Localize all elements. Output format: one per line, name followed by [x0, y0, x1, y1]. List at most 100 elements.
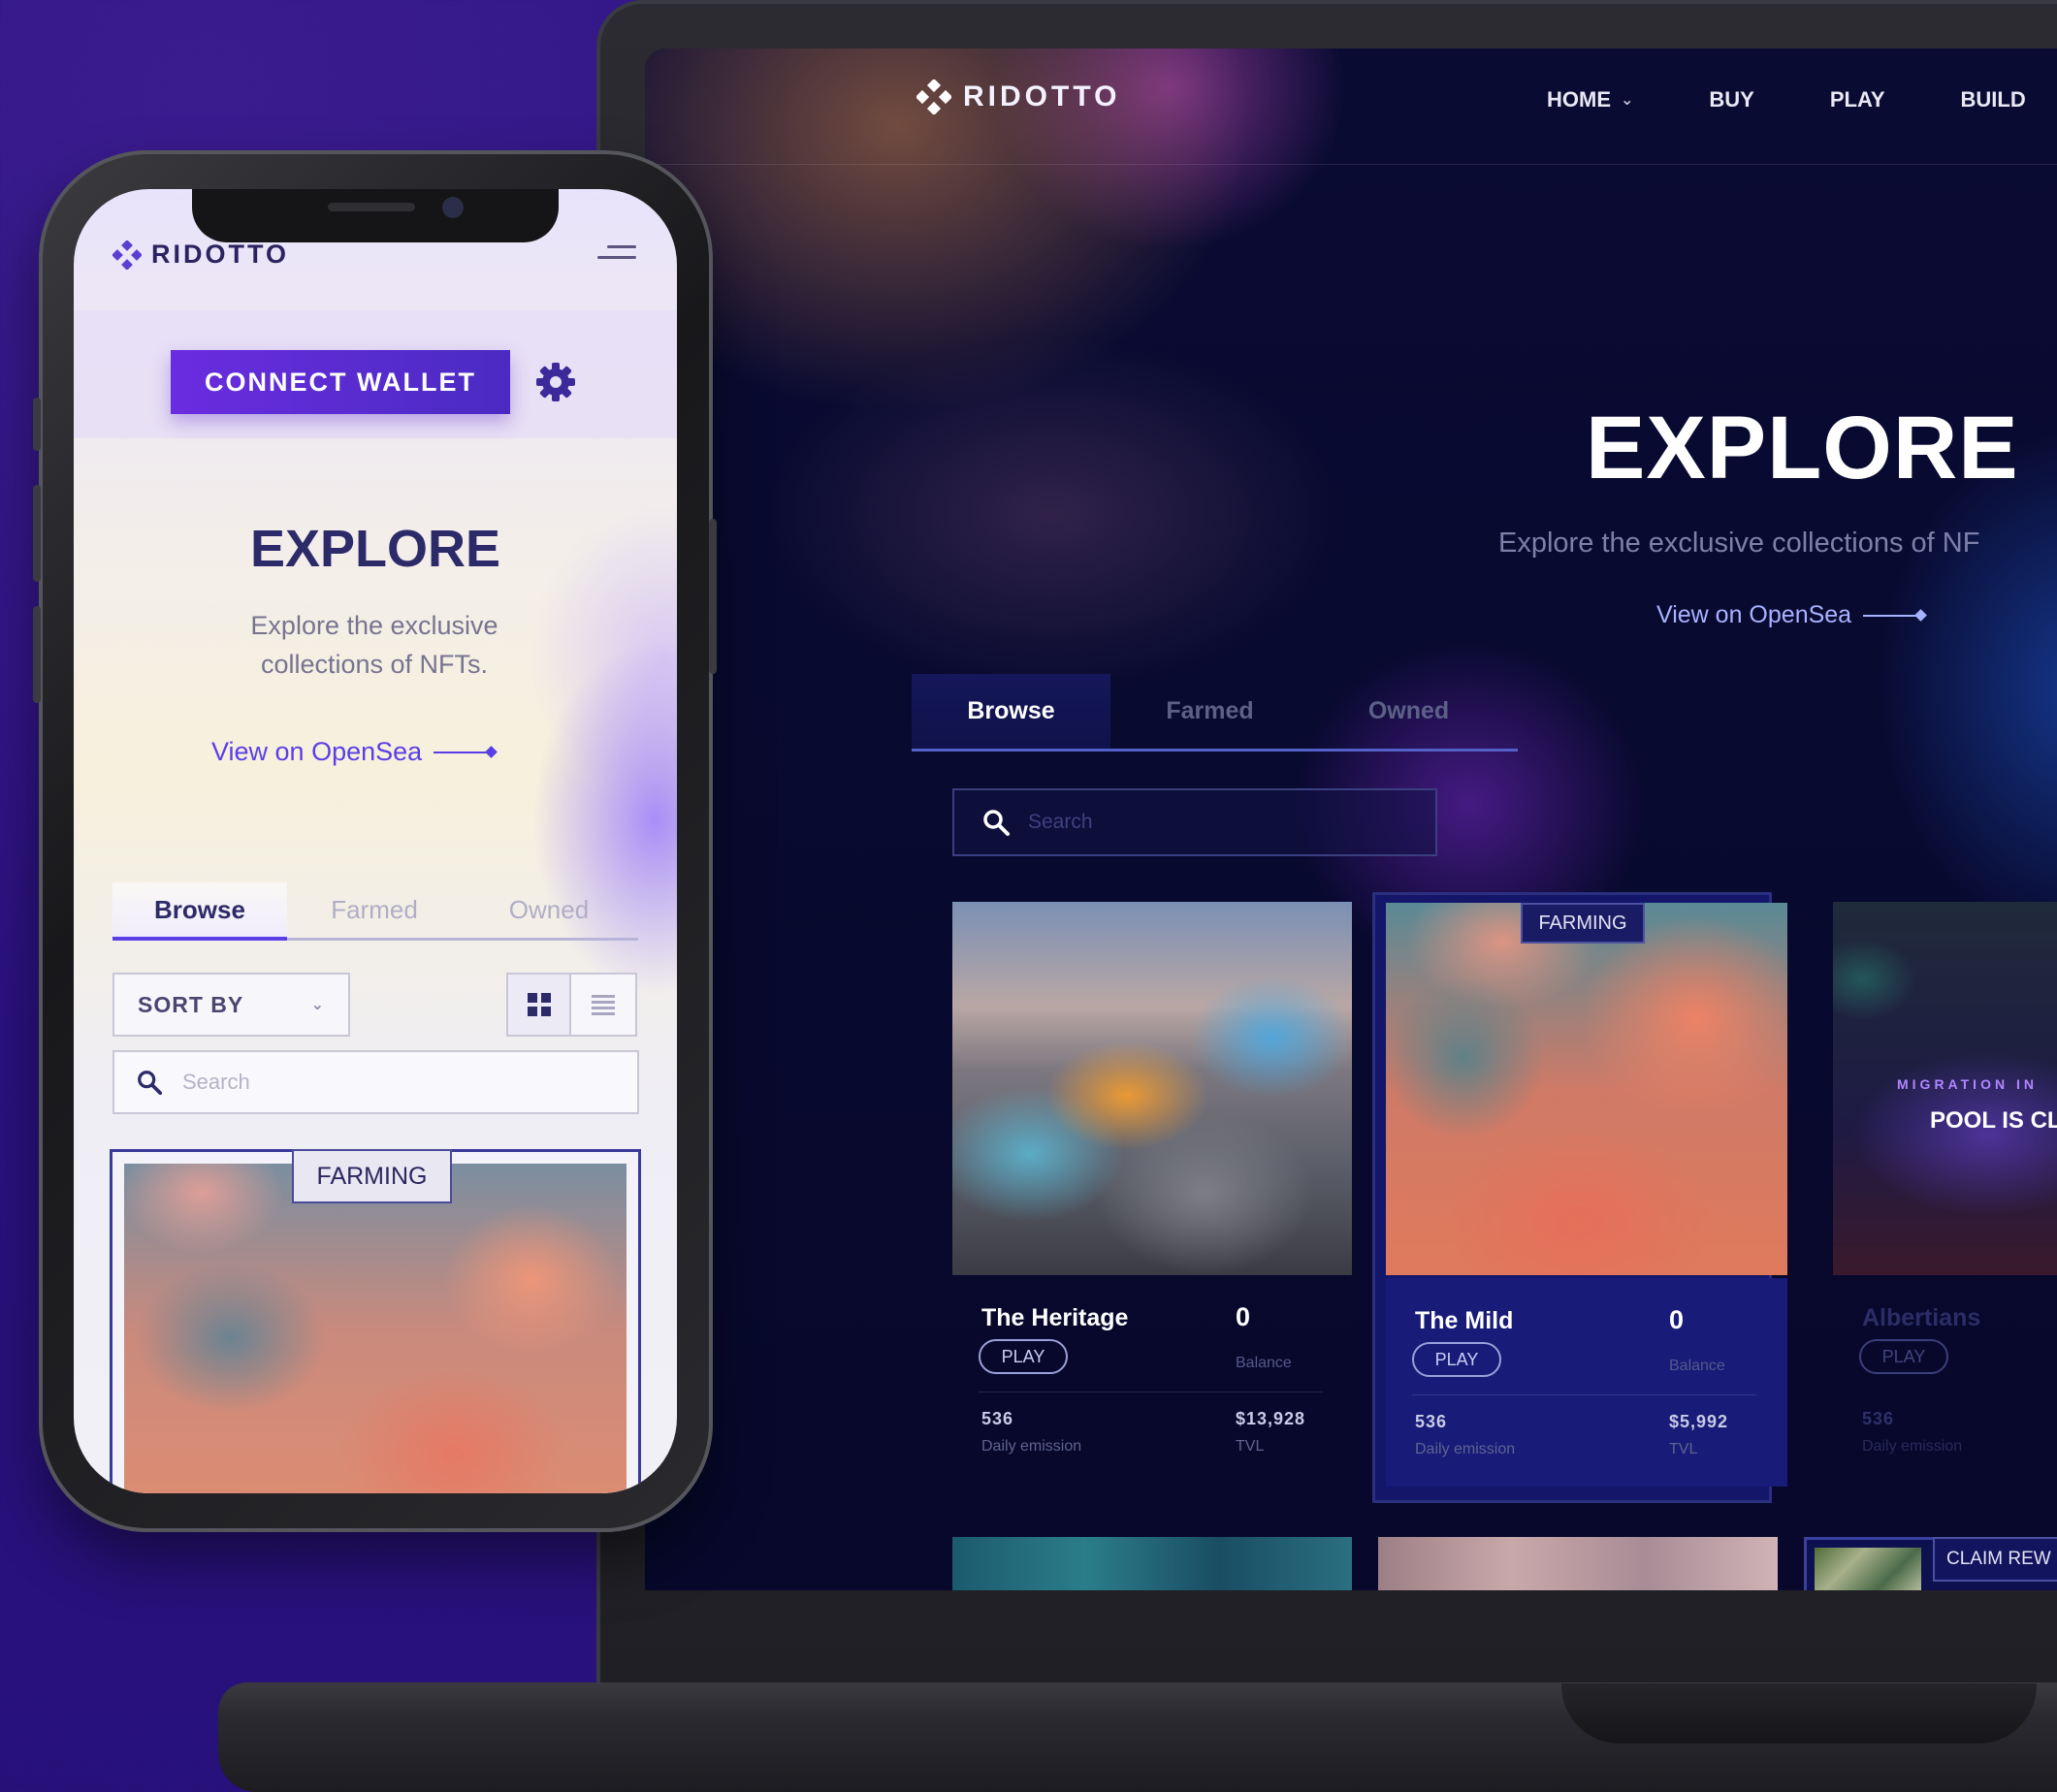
- brand-logo[interactable]: RIDOTTO: [916, 80, 1120, 114]
- card-balance: 0: [1236, 1302, 1251, 1331]
- tab-owned[interactable]: Owned: [462, 882, 636, 938]
- tab-farmed[interactable]: Farmed: [287, 882, 462, 938]
- camera: [442, 197, 464, 218]
- sort-by-label: SORT BY: [138, 991, 244, 1017]
- nft-card-preview[interactable]: [1378, 1537, 1778, 1590]
- nav-play-label: PLAY: [1829, 87, 1885, 112]
- phone-side-button: [33, 398, 41, 451]
- subtitle-line: Explore the exclusive: [250, 611, 498, 640]
- page-subtitle: Explore the exclusive collections of NF: [1498, 528, 1980, 559]
- card-body: The Heritage 0 Balance PLAY 536 Daily em…: [952, 1275, 1352, 1469]
- collection-tabs: Browse Farmed Owned: [912, 674, 1518, 752]
- search-icon: [138, 1071, 163, 1096]
- arrow-right-icon: [434, 751, 493, 753]
- card-image: [1386, 903, 1787, 1275]
- list-view-button[interactable]: [571, 975, 634, 1035]
- tab-browse[interactable]: Browse: [112, 882, 287, 941]
- arrow-right-icon: [1863, 614, 1922, 617]
- phone-notch: [192, 189, 559, 242]
- card-image: [124, 1164, 627, 1493]
- card-title: The Heritage: [981, 1304, 1129, 1331]
- nft-card-preview[interactable]: [952, 1537, 1352, 1590]
- ridotto-logo-icon: [112, 240, 142, 270]
- daily-emission-value: 536: [1415, 1412, 1448, 1431]
- card-divider: [1412, 1394, 1756, 1395]
- card-image: [1815, 1548, 1921, 1590]
- ridotto-logo-icon: [916, 80, 951, 114]
- mobile-brand-logo[interactable]: RIDOTTO: [112, 240, 289, 270]
- desktop-screen: RIDOTTO HOME ⌄ BUY PLAY BUILD EXPLORE Ex…: [645, 48, 2057, 1590]
- nav-build[interactable]: BUILD: [1961, 87, 2026, 112]
- card-body: The Mild 0 Balance PLAY 536 Daily emissi…: [1386, 1278, 1787, 1487]
- nav-buy[interactable]: BUY: [1709, 87, 1753, 112]
- sort-by-dropdown[interactable]: SORT BY ⌄: [112, 973, 350, 1037]
- mobile-screen: RIDOTTO CONNECT WALLET EXPLORE Explore t…: [74, 189, 677, 1493]
- gear-icon[interactable]: [534, 361, 577, 403]
- nav-play[interactable]: PLAY: [1830, 87, 1885, 112]
- search-input[interactable]: [182, 1070, 590, 1095]
- menu-icon[interactable]: [597, 245, 636, 265]
- daily-emission-value: 536: [981, 1409, 1014, 1428]
- card-balance-label: Balance: [1236, 1355, 1292, 1371]
- daily-emission-label: Daily emission: [1862, 1438, 1963, 1455]
- nav-links: HOME ⌄ BUY PLAY BUILD: [1547, 87, 2026, 112]
- card-image: MIGRATION IN POOL IS CL: [1833, 902, 2057, 1275]
- opensea-link-label: View on OpenSea: [211, 737, 423, 766]
- search-box: [952, 788, 1437, 856]
- laptop-opening-notch: [1561, 1683, 2037, 1744]
- card-title: The Mild: [1415, 1307, 1514, 1334]
- subtitle-line: collections of NFTs.: [260, 650, 489, 679]
- nav-home[interactable]: HOME ⌄: [1547, 87, 1633, 112]
- nft-card-migration[interactable]: MIGRATION IN POOL IS CL Albertians PLAY …: [1833, 902, 2057, 1493]
- opensea-link[interactable]: View on OpenSea: [211, 737, 493, 767]
- opensea-link-label: View on OpenSea: [1656, 601, 1852, 628]
- tab-owned[interactable]: Owned: [1309, 674, 1508, 749]
- opensea-link[interactable]: View on OpenSea: [1656, 601, 1922, 629]
- farming-badge: FARMING: [1521, 903, 1645, 944]
- phone-side-button: [709, 519, 717, 674]
- migration-label: MIGRATION IN: [1897, 1076, 2038, 1092]
- phone-side-button: [33, 485, 41, 582]
- play-button[interactable]: PLAY: [1412, 1342, 1501, 1377]
- tvl-label: TVL: [1669, 1441, 1698, 1457]
- tvl-value: $13,928: [1236, 1409, 1306, 1428]
- search-box: [112, 1050, 639, 1114]
- tab-farmed[interactable]: Farmed: [1110, 674, 1309, 749]
- nav-buy-label: BUY: [1709, 87, 1754, 112]
- nft-card-farming[interactable]: FARMING: [110, 1149, 641, 1493]
- daily-emission-label: Daily emission: [1415, 1441, 1516, 1457]
- collection-tabs: Browse Farmed Owned: [112, 882, 638, 941]
- claim-reward-badge: CLAIM REW: [1933, 1537, 2057, 1582]
- card-balance: 0: [1669, 1305, 1685, 1334]
- list-icon: [591, 995, 615, 1015]
- brand-name: RIDOTTO: [151, 240, 289, 269]
- daily-emission-value: 536: [1862, 1409, 1895, 1428]
- tvl-label: TVL: [1236, 1438, 1265, 1455]
- top-navigation: RIDOTTO HOME ⌄ BUY PLAY BUILD: [645, 48, 2057, 165]
- speaker: [328, 203, 415, 211]
- play-button[interactable]: PLAY: [1859, 1339, 1948, 1374]
- page-title: EXPLORE: [1586, 399, 2019, 497]
- tvl-value: $5,992: [1669, 1412, 1729, 1431]
- phone-side-button: [33, 606, 41, 703]
- view-toggle: [506, 973, 637, 1037]
- page-title: EXPLORE: [249, 520, 501, 578]
- search-input[interactable]: [1028, 811, 1397, 834]
- grid-view-button[interactable]: [508, 975, 571, 1035]
- pool-closed-label: POOL IS CL: [1930, 1107, 2057, 1134]
- nav-home-label: HOME: [1547, 87, 1611, 112]
- nft-card-farming[interactable]: FARMING The Mild 0 Balance PLAY 536 Dail…: [1372, 892, 1787, 1503]
- farming-badge: FARMING: [292, 1149, 452, 1203]
- chevron-down-icon: ⌄: [1621, 92, 1634, 109]
- card-balance-label: Balance: [1669, 1358, 1725, 1374]
- card-body: Albertians PLAY 536 Daily emission: [1833, 1275, 2057, 1469]
- nft-card[interactable]: The Heritage 0 Balance PLAY 536 Daily em…: [952, 902, 1352, 1493]
- daily-emission-label: Daily emission: [981, 1438, 1082, 1455]
- tab-browse[interactable]: Browse: [912, 674, 1110, 749]
- nft-card-preview[interactable]: CLAIM REW: [1804, 1537, 2057, 1590]
- card-image: [952, 902, 1352, 1275]
- connect-wallet-button[interactable]: CONNECT WALLET: [171, 350, 510, 414]
- search-icon: [983, 810, 1010, 836]
- nav-build-label: BUILD: [1960, 87, 2026, 112]
- play-button[interactable]: PLAY: [979, 1339, 1068, 1374]
